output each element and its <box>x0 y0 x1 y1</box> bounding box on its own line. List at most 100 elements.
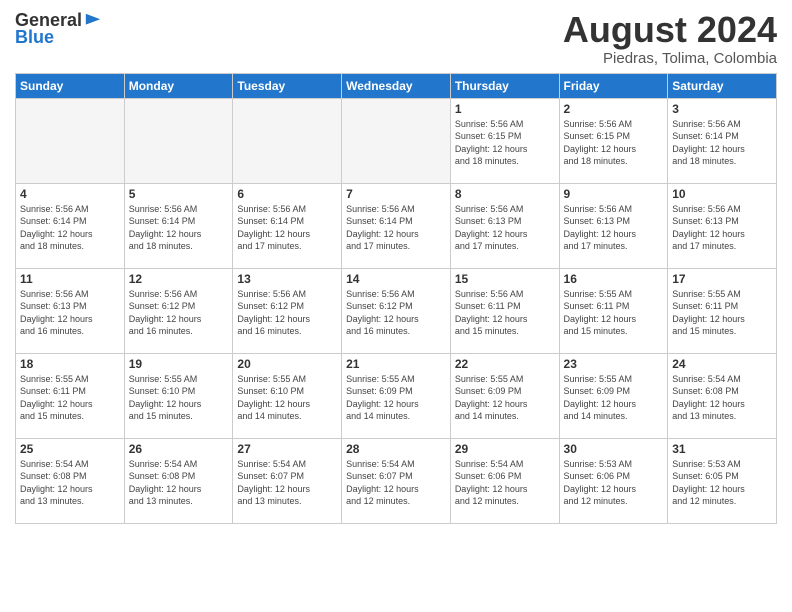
week-row-5: 25 Sunrise: 5:54 AM Sunset: 6:08 PM Dayli… <box>16 438 777 523</box>
day-number: 1 <box>455 102 555 116</box>
calendar-cell: 4 Sunrise: 5:56 AM Sunset: 6:14 PM Daylig… <box>16 183 125 268</box>
week-row-1: 1 Sunrise: 5:56 AM Sunset: 6:15 PM Daylig… <box>16 98 777 183</box>
weekday-header-tuesday: Tuesday <box>233 73 342 98</box>
weekday-header-saturday: Saturday <box>668 73 777 98</box>
day-info: Sunrise: 5:56 AM Sunset: 6:12 PM Dayligh… <box>129 288 229 338</box>
calendar-cell: 20 Sunrise: 5:55 AM Sunset: 6:10 PM Dayli… <box>233 353 342 438</box>
day-number: 30 <box>564 442 664 456</box>
calendar-cell <box>342 98 451 183</box>
week-row-4: 18Sunrise: 5:55 AM Sunset: 6:11 PM Dayli… <box>16 353 777 438</box>
day-number: 11 <box>20 272 120 286</box>
weekday-header-friday: Friday <box>559 73 668 98</box>
day-number: 23 <box>564 357 664 371</box>
week-row-3: 11 Sunrise: 5:56 AM Sunset: 6:13 PM Dayli… <box>16 268 777 353</box>
day-number: 21 <box>346 357 446 371</box>
calendar-cell: 17 Sunrise: 5:55 AM Sunset: 6:11 PM Dayli… <box>668 268 777 353</box>
logo-flag-icon <box>84 12 102 30</box>
calendar-cell: 9 Sunrise: 5:56 AM Sunset: 6:13 PM Daylig… <box>559 183 668 268</box>
day-info: Sunrise: 5:54 AM Sunset: 6:06 PM Dayligh… <box>455 458 555 508</box>
day-number: 22 <box>455 357 555 371</box>
day-number: 7 <box>346 187 446 201</box>
day-number: 10 <box>672 187 772 201</box>
day-number: 25 <box>20 442 120 456</box>
weekday-header-row: SundayMondayTuesdayWednesdayThursdayFrid… <box>16 73 777 98</box>
day-info: Sunrise: 5:56 AM Sunset: 6:14 PM Dayligh… <box>672 118 772 168</box>
day-number: 15 <box>455 272 555 286</box>
day-info: Sunrise: 5:54 AM Sunset: 6:07 PM Dayligh… <box>237 458 337 508</box>
day-info: Sunrise: 5:55 AM Sunset: 6:09 PM Dayligh… <box>564 373 664 423</box>
day-number: 6 <box>237 187 337 201</box>
day-number: 19 <box>129 357 229 371</box>
day-info: Sunrise: 5:55 AM Sunset: 6:11 PM Dayligh… <box>20 373 120 423</box>
calendar-cell: 23 Sunrise: 5:55 AM Sunset: 6:09 PM Dayli… <box>559 353 668 438</box>
calendar-cell: 25 Sunrise: 5:54 AM Sunset: 6:08 PM Dayli… <box>16 438 125 523</box>
calendar-cell: 30 Sunrise: 5:53 AM Sunset: 6:06 PM Dayli… <box>559 438 668 523</box>
day-number: 26 <box>129 442 229 456</box>
calendar-cell: 21 Sunrise: 5:55 AM Sunset: 6:09 PM Dayli… <box>342 353 451 438</box>
day-number: 17 <box>672 272 772 286</box>
day-info: Sunrise: 5:53 AM Sunset: 6:05 PM Dayligh… <box>672 458 772 508</box>
day-number: 31 <box>672 442 772 456</box>
day-info: Sunrise: 5:56 AM Sunset: 6:14 PM Dayligh… <box>20 203 120 253</box>
calendar-cell: 24Sunrise: 5:54 AM Sunset: 6:08 PM Dayli… <box>668 353 777 438</box>
calendar-cell: 5Sunrise: 5:56 AM Sunset: 6:14 PM Daylig… <box>124 183 233 268</box>
day-info: Sunrise: 5:56 AM Sunset: 6:14 PM Dayligh… <box>129 203 229 253</box>
calendar-cell <box>16 98 125 183</box>
month-title: August 2024 <box>563 10 777 50</box>
calendar-cell: 29 Sunrise: 5:54 AM Sunset: 6:06 PM Dayli… <box>450 438 559 523</box>
header: General Blue August 2024 Piedras, Tolima… <box>15 10 777 67</box>
day-number: 3 <box>672 102 772 116</box>
logo: General Blue <box>15 10 102 48</box>
day-info: Sunrise: 5:54 AM Sunset: 6:08 PM Dayligh… <box>672 373 772 423</box>
day-info: Sunrise: 5:55 AM Sunset: 6:10 PM Dayligh… <box>129 373 229 423</box>
day-number: 20 <box>237 357 337 371</box>
calendar-cell: 15 Sunrise: 5:56 AM Sunset: 6:11 PM Dayli… <box>450 268 559 353</box>
calendar-cell: 8 Sunrise: 5:56 AM Sunset: 6:13 PM Daylig… <box>450 183 559 268</box>
weekday-header-wednesday: Wednesday <box>342 73 451 98</box>
calendar-cell: 3 Sunrise: 5:56 AM Sunset: 6:14 PM Daylig… <box>668 98 777 183</box>
day-info: Sunrise: 5:56 AM Sunset: 6:14 PM Dayligh… <box>237 203 337 253</box>
calendar-cell: 19 Sunrise: 5:55 AM Sunset: 6:10 PM Dayli… <box>124 353 233 438</box>
day-info: Sunrise: 5:55 AM Sunset: 6:09 PM Dayligh… <box>455 373 555 423</box>
calendar-cell: 10 Sunrise: 5:56 AM Sunset: 6:13 PM Dayli… <box>668 183 777 268</box>
calendar-cell: 2 Sunrise: 5:56 AM Sunset: 6:15 PM Daylig… <box>559 98 668 183</box>
day-number: 4 <box>20 187 120 201</box>
day-number: 2 <box>564 102 664 116</box>
calendar-cell: 13Sunrise: 5:56 AM Sunset: 6:12 PM Dayli… <box>233 268 342 353</box>
calendar-cell: 11 Sunrise: 5:56 AM Sunset: 6:13 PM Dayli… <box>16 268 125 353</box>
title-area: August 2024 Piedras, Tolima, Colombia <box>563 10 777 67</box>
day-info: Sunrise: 5:54 AM Sunset: 6:07 PM Dayligh… <box>346 458 446 508</box>
day-number: 8 <box>455 187 555 201</box>
day-info: Sunrise: 5:56 AM Sunset: 6:14 PM Dayligh… <box>346 203 446 253</box>
day-number: 28 <box>346 442 446 456</box>
day-info: Sunrise: 5:56 AM Sunset: 6:13 PM Dayligh… <box>455 203 555 253</box>
calendar-cell: 6 Sunrise: 5:56 AM Sunset: 6:14 PM Daylig… <box>233 183 342 268</box>
calendar-cell: 14Sunrise: 5:56 AM Sunset: 6:12 PM Dayli… <box>342 268 451 353</box>
day-info: Sunrise: 5:56 AM Sunset: 6:15 PM Dayligh… <box>564 118 664 168</box>
location-title: Piedras, Tolima, Colombia <box>563 50 777 67</box>
day-info: Sunrise: 5:56 AM Sunset: 6:12 PM Dayligh… <box>237 288 337 338</box>
day-number: 29 <box>455 442 555 456</box>
calendar-cell: 27 Sunrise: 5:54 AM Sunset: 6:07 PM Dayli… <box>233 438 342 523</box>
day-info: Sunrise: 5:56 AM Sunset: 6:13 PM Dayligh… <box>672 203 772 253</box>
day-info: Sunrise: 5:54 AM Sunset: 6:08 PM Dayligh… <box>20 458 120 508</box>
logo-blue: Blue <box>15 27 54 48</box>
calendar-cell: 7 Sunrise: 5:56 AM Sunset: 6:14 PM Daylig… <box>342 183 451 268</box>
day-info: Sunrise: 5:55 AM Sunset: 6:11 PM Dayligh… <box>564 288 664 338</box>
day-info: Sunrise: 5:56 AM Sunset: 6:13 PM Dayligh… <box>564 203 664 253</box>
day-info: Sunrise: 5:53 AM Sunset: 6:06 PM Dayligh… <box>564 458 664 508</box>
day-info: Sunrise: 5:55 AM Sunset: 6:11 PM Dayligh… <box>672 288 772 338</box>
day-info: Sunrise: 5:56 AM Sunset: 6:12 PM Dayligh… <box>346 288 446 338</box>
day-number: 27 <box>237 442 337 456</box>
day-info: Sunrise: 5:55 AM Sunset: 6:10 PM Dayligh… <box>237 373 337 423</box>
calendar-table: SundayMondayTuesdayWednesdayThursdayFrid… <box>15 73 777 524</box>
day-info: Sunrise: 5:55 AM Sunset: 6:09 PM Dayligh… <box>346 373 446 423</box>
day-info: Sunrise: 5:56 AM Sunset: 6:15 PM Dayligh… <box>455 118 555 168</box>
day-number: 16 <box>564 272 664 286</box>
calendar-cell: 1 Sunrise: 5:56 AM Sunset: 6:15 PM Daylig… <box>450 98 559 183</box>
day-info: Sunrise: 5:56 AM Sunset: 6:11 PM Dayligh… <box>455 288 555 338</box>
day-number: 9 <box>564 187 664 201</box>
calendar-cell: 28 Sunrise: 5:54 AM Sunset: 6:07 PM Dayli… <box>342 438 451 523</box>
calendar-cell <box>233 98 342 183</box>
day-info: Sunrise: 5:56 AM Sunset: 6:13 PM Dayligh… <box>20 288 120 338</box>
